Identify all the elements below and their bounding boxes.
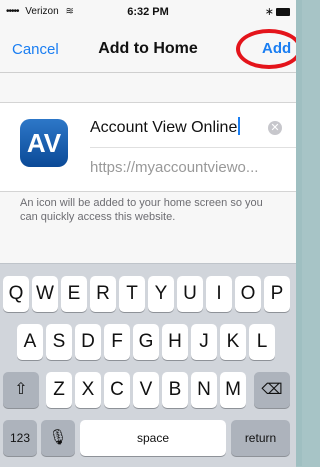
microphone-icon: 🎙 — [48, 429, 68, 446]
key-v[interactable]: V — [133, 372, 159, 408]
keyboard: Q W E R T Y U I O P A S D F G H J K L ⇧ … — [0, 263, 296, 467]
key-i[interactable]: I — [206, 276, 232, 312]
shift-icon: ⇧ — [14, 381, 28, 398]
status-bar: ••••• Verizon ≋ 6:32 PM ∗ — [0, 0, 296, 28]
key-s[interactable]: S — [46, 324, 72, 360]
key-k[interactable]: K — [220, 324, 246, 360]
highlight-circle — [236, 29, 302, 69]
key-x[interactable]: X — [75, 372, 101, 408]
space-key[interactable]: space — [80, 420, 226, 456]
key-g[interactable]: G — [133, 324, 159, 360]
key-t[interactable]: T — [119, 276, 145, 312]
phone-screen: ••••• Verizon ≋ 6:32 PM ∗ Cancel Add to … — [0, 0, 302, 467]
key-p[interactable]: P — [264, 276, 290, 312]
key-d[interactable]: D — [75, 324, 101, 360]
key-a[interactable]: A — [17, 324, 43, 360]
backspace-icon: ⌫ — [261, 381, 283, 398]
key-z[interactable]: Z — [46, 372, 72, 408]
key-o[interactable]: O — [235, 276, 261, 312]
key-r[interactable]: R — [90, 276, 116, 312]
key-f[interactable]: F — [104, 324, 130, 360]
key-j[interactable]: J — [191, 324, 217, 360]
screen-edge — [296, 0, 302, 466]
bookmark-form: AV Account View Online ✕ https://myaccou… — [0, 102, 296, 192]
key-b[interactable]: B — [162, 372, 188, 408]
delete-key[interactable]: ⌫ — [254, 372, 290, 408]
key-e[interactable]: E — [61, 276, 87, 312]
key-m[interactable]: M — [220, 372, 246, 408]
key-w[interactable]: W — [32, 276, 58, 312]
battery-icon — [276, 8, 290, 16]
key-y[interactable]: Y — [148, 276, 174, 312]
text-caret — [238, 117, 241, 135]
key-c[interactable]: C — [104, 372, 130, 408]
shift-key[interactable]: ⇧ — [3, 372, 39, 408]
name-field[interactable]: Account View Online — [90, 117, 255, 139]
clear-icon[interactable]: ✕ — [268, 121, 282, 135]
numbers-key[interactable]: 123 — [3, 420, 37, 456]
bluetooth-icon: ∗ — [264, 6, 274, 18]
key-n[interactable]: N — [191, 372, 217, 408]
key-u[interactable]: U — [177, 276, 203, 312]
key-q[interactable]: Q — [3, 276, 29, 312]
name-field-value: Account View Online — [90, 119, 238, 136]
help-text: An icon will be added to your home scree… — [20, 197, 263, 223]
app-icon: AV — [20, 119, 68, 167]
key-h[interactable]: H — [162, 324, 188, 360]
return-key[interactable]: return — [231, 420, 290, 456]
status-time: 6:32 PM — [127, 6, 169, 18]
divider — [90, 147, 296, 148]
key-l[interactable]: L — [249, 324, 275, 360]
dictation-key[interactable]: 🎙 — [41, 420, 75, 456]
url-field: https://myaccountviewo... — [90, 159, 259, 176]
